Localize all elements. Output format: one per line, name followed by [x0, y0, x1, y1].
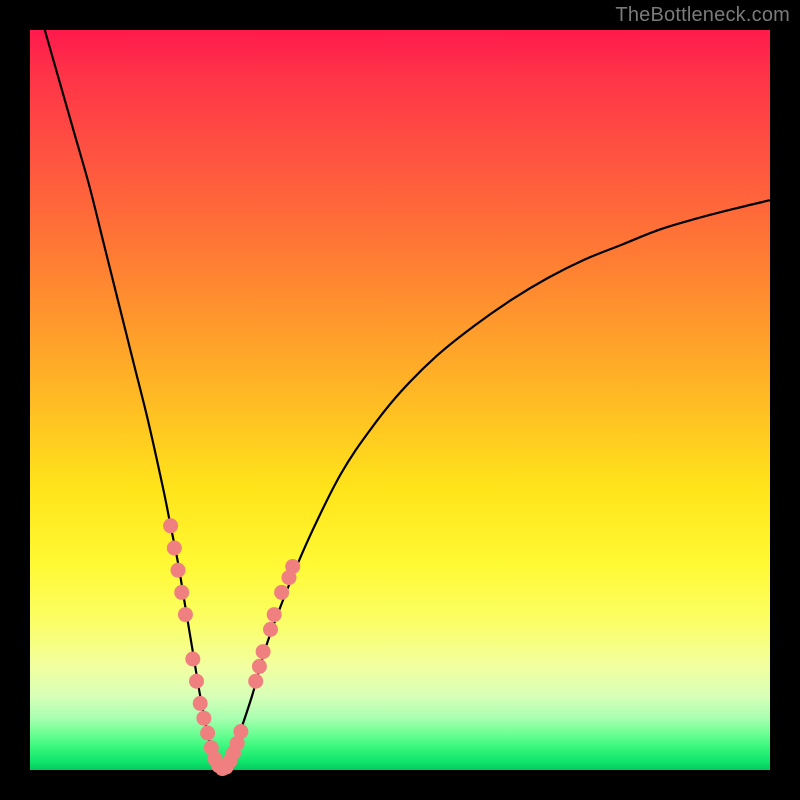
bottleneck-curve-svg [30, 30, 770, 770]
curve-marker [200, 726, 215, 741]
curve-marker [285, 559, 300, 574]
curve-marker [193, 696, 208, 711]
curve-marker [178, 607, 193, 622]
curve-marker [185, 652, 200, 667]
curve-marker [189, 674, 204, 689]
curve-marker [174, 585, 189, 600]
chart-frame: TheBottleneck.com [0, 0, 800, 800]
curve-marker [196, 711, 211, 726]
curve-marker [252, 659, 267, 674]
curve-marker [171, 563, 186, 578]
curve-marker [248, 674, 263, 689]
curve-marker [267, 607, 282, 622]
watermark-text: TheBottleneck.com [615, 4, 790, 27]
curve-marker [274, 585, 289, 600]
bottleneck-curve-path [45, 30, 770, 770]
curve-marker [163, 518, 178, 533]
curve-markers [163, 518, 300, 776]
curve-marker [167, 541, 182, 556]
curve-marker [263, 622, 278, 637]
curve-marker [233, 724, 248, 739]
curve-marker [256, 644, 271, 659]
plot-area [30, 30, 770, 770]
